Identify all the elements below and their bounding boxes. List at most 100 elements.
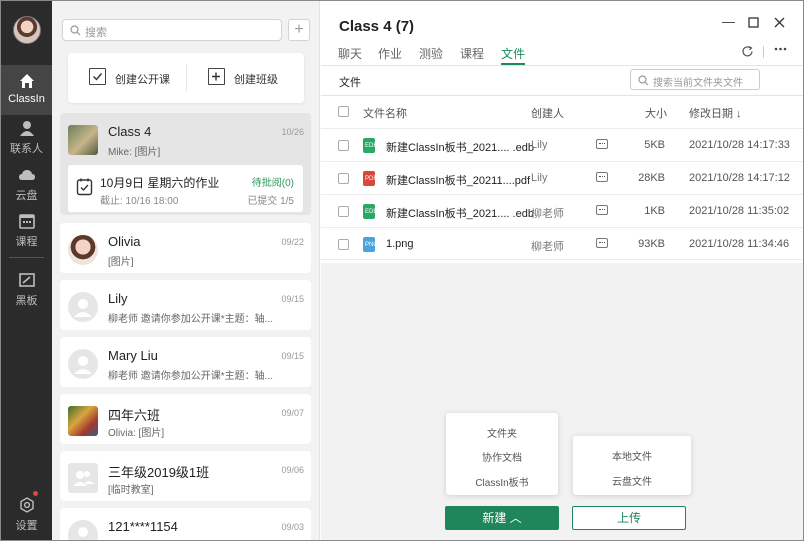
file-size: 93KB [638, 238, 665, 250]
maximize-button[interactable] [748, 16, 759, 31]
conversation-class-4[interactable]: Class 4 Mike: [图片] 10/26 10月9日 星期六的作业 截止… [60, 113, 311, 215]
menu-item-folder[interactable]: 文件夹 [446, 425, 558, 440]
file-name[interactable]: 新建ClassIn板书_2021.... .edb [386, 139, 534, 155]
column-name[interactable]: 文件名称 [363, 105, 407, 121]
menu-item-collab-doc[interactable]: 协作文档 [446, 449, 558, 464]
column-creator[interactable]: 创建人 [531, 105, 564, 121]
file-name[interactable]: 1.png [386, 238, 414, 250]
left-rail: ClassIn 联系人 云盘 课程 黑板 设置 [1, 1, 52, 540]
user-avatar[interactable] [13, 16, 41, 44]
file-actions-icon[interactable] [596, 139, 608, 149]
file-size: 5KB [644, 139, 665, 151]
maximize-icon [748, 17, 759, 28]
add-button[interactable]: + [288, 19, 310, 41]
conversation-grade-3[interactable]: 三年级2019级1班 [临时教室] 09/06 [60, 451, 311, 501]
select-all-checkbox[interactable] [338, 106, 349, 117]
table-row[interactable]: PNG 1.png 柳老师 93KB 2021/10/28 11:34:46 [321, 227, 803, 260]
file-creator: Lily [531, 172, 548, 184]
rail-item-blackboard[interactable]: 黑板 [1, 264, 52, 314]
conversation-preview: 柳老师 邀请你参加公开课*主题：轴... [108, 314, 274, 325]
file-size: 28KB [638, 172, 665, 184]
breadcrumb[interactable]: 文件 [339, 74, 361, 90]
table-row[interactable]: PDF 新建ClassIn板书_20211....pdf Lily 28KB 2… [321, 161, 803, 194]
refresh-icon [742, 45, 753, 57]
file-date: 2021/10/28 14:17:12 [689, 172, 790, 184]
new-button[interactable]: 新建 ︿ [445, 506, 559, 530]
create-open-class-label: 创建公开课 [115, 74, 170, 86]
file-name[interactable]: 新建ClassIn板书_20211....pdf [386, 172, 530, 188]
calendar-icon [18, 214, 35, 229]
tab-course[interactable]: 课程 [460, 45, 484, 62]
conversation-class-4-6[interactable]: 四年六班 Olivia: [图片] 09/07 [60, 394, 311, 444]
close-icon [774, 17, 785, 28]
search-icon [70, 25, 81, 36]
file-search-input[interactable]: 搜索当前文件夹文件 [630, 69, 760, 90]
homework-submitted: 已提交 1/5 [247, 196, 294, 207]
create-open-class-button[interactable]: 创建公开课 [68, 53, 186, 103]
column-size[interactable]: 大小 [645, 105, 667, 121]
menu-item-cloud-file[interactable]: 云盘文件 [573, 473, 691, 488]
file-actions-icon[interactable] [596, 205, 608, 215]
conversation-date: 09/22 [281, 237, 304, 247]
upload-button[interactable]: 上传 [572, 506, 686, 530]
homework-deadline: 截止: 10/16 18:00 [100, 196, 179, 207]
row-checkbox[interactable] [338, 173, 349, 184]
file-date: 2021/10/28 11:35:02 [689, 205, 790, 217]
checkbox-icon [89, 68, 106, 85]
conversation-date: 09/07 [281, 408, 304, 418]
file-name[interactable]: 新建ClassIn板书_2021.... .edb [386, 205, 534, 221]
menu-item-classin-board[interactable]: ClassIn板书 [446, 474, 558, 489]
conversation-phone[interactable]: 121****1154 09/03 [60, 508, 311, 540]
cloud-icon [18, 170, 35, 180]
rail-item-contacts[interactable]: 联系人 [1, 112, 52, 162]
rail-label: 云盘 [15, 190, 38, 202]
tab-quiz[interactable]: 测验 [419, 45, 443, 62]
file-date: 2021/10/28 14:17:33 [689, 139, 790, 151]
conversation-preview: Olivia: [图片] [108, 428, 165, 439]
conversation-olivia[interactable]: Olivia [图片] 09/22 [60, 223, 311, 273]
rail-item-settings[interactable]: 设置 [1, 489, 52, 539]
row-checkbox[interactable] [338, 140, 349, 151]
edb-file-icon: EDB [363, 138, 377, 153]
more-button[interactable] [774, 42, 787, 58]
rail-label: ClassIn [8, 93, 45, 105]
conversation-name: Lily [108, 291, 128, 306]
divider [321, 65, 803, 66]
conversation-date: 09/15 [281, 351, 304, 361]
table-row[interactable]: EDB 新建ClassIn板书_2021.... .edb Lily 5KB 2… [321, 128, 803, 161]
conversation-date: 09/06 [281, 465, 304, 475]
main-pane: Class 4 (7) — 聊天 作业 测验 课程 文件 文件 搜索当前文件夹文… [321, 1, 803, 540]
refresh-button[interactable] [741, 45, 754, 61]
tab-homework[interactable]: 作业 [378, 45, 402, 62]
table-header: 文件名称 创建人 大小 修改日期 ↓ [321, 96, 803, 128]
tab-chat[interactable]: 聊天 [338, 45, 362, 62]
row-checkbox[interactable] [338, 239, 349, 250]
rail-label: 联系人 [10, 143, 43, 155]
rail-item-cloud[interactable]: 云盘 [1, 159, 52, 209]
create-card: 创建公开课 创建班级 [68, 53, 304, 103]
conversation-mary-liu[interactable]: Mary Liu 柳老师 邀请你参加公开课*主题：轴... 09/15 [60, 337, 311, 387]
tab-files[interactable]: 文件 [501, 45, 525, 62]
rail-item-course[interactable]: 课程 [1, 205, 52, 255]
conversation-name: 121****1154 [108, 519, 178, 534]
new-menu: 文件夹 协作文档 ClassIn板书 [446, 413, 558, 495]
file-actions-icon[interactable] [596, 238, 608, 248]
row-checkbox[interactable] [338, 206, 349, 217]
column-date[interactable]: 修改日期 ↓ [689, 105, 742, 121]
homework-card[interactable]: 10月9日 星期六的作业 截止: 10/16 18:00 待批阅(0) 已提交 … [68, 165, 303, 212]
table-row[interactable]: EDB 新建ClassIn板书_2021.... .edb 柳老师 1KB 20… [321, 194, 803, 227]
rail-item-classin[interactable]: ClassIn [1, 65, 52, 115]
minimize-button[interactable]: — [722, 14, 735, 29]
close-button[interactable] [774, 16, 785, 31]
conversation-lily[interactable]: Lily 柳老师 邀请你参加公开课*主题：轴... 09/15 [60, 280, 311, 330]
file-actions-icon[interactable] [596, 172, 608, 182]
rail-divider [9, 257, 44, 258]
home-icon [19, 74, 34, 88]
create-class-button[interactable]: 创建班级 [186, 53, 304, 103]
menu-item-local-file[interactable]: 本地文件 [573, 448, 691, 463]
conversation-preview: Mike: [图片] [108, 147, 161, 158]
class-avatar [68, 125, 98, 155]
default-avatar [68, 520, 98, 540]
rail-label: 课程 [15, 236, 38, 248]
search-input[interactable]: 搜索 [62, 19, 282, 41]
